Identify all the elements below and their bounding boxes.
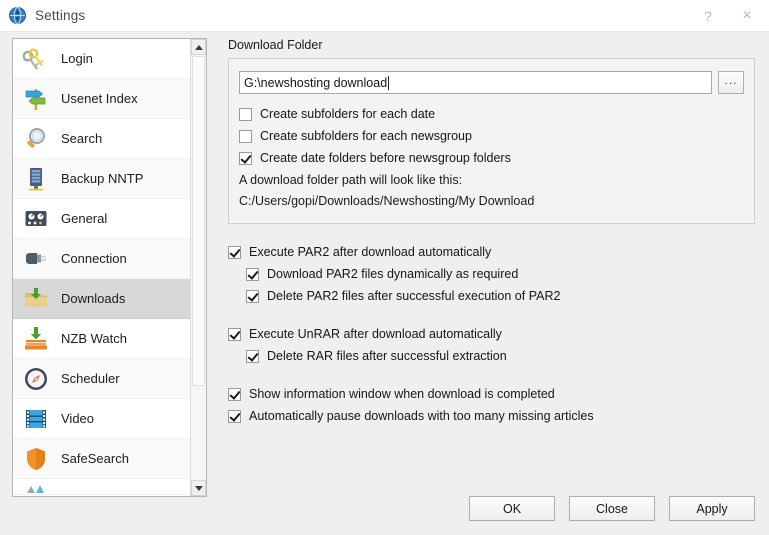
sidebar-item-general[interactable]: General [13,199,190,239]
download-folder-group-title: Download Folder [228,38,323,52]
sidebar-item-backup-nntp[interactable]: Backup NNTP [13,159,190,199]
browse-button[interactable]: ... [718,71,744,94]
sidebar-item-label: Downloads [61,291,126,306]
checkbox-show-info-window[interactable] [228,387,241,401]
sidebar-item-label: Usenet Index [61,91,138,106]
sidebar-item-usenet-index[interactable]: Usenet Index [13,79,190,119]
help-button[interactable]: ? [691,0,725,31]
checkbox-label: Create subfolders for each newsgroup [260,129,472,143]
checkbox-row-delete-par2[interactable]: Delete PAR2 files after successful execu… [228,285,755,307]
shield-icon [21,444,51,474]
sidebar-item-search[interactable]: Search [13,119,190,159]
sidebar-item-label: Search [61,131,103,146]
magnifier-icon [21,124,51,154]
close-button[interactable]: Close [569,496,655,521]
plug-icon [21,244,51,274]
sidebar-item-login[interactable]: Login [13,39,190,79]
checkbox-subfolders-date[interactable] [239,107,252,121]
keys-icon [21,44,51,74]
sidebar-item-safesearch[interactable]: SafeSearch [13,439,190,479]
scroll-up-icon[interactable] [191,39,206,55]
scroll-down-icon[interactable] [191,480,206,496]
sidebar-item-label: Login [61,51,93,66]
sidebar-item-label: NZB Watch [61,331,127,346]
sidebar-item-label: General [61,211,108,226]
checkbox-execute-unrar[interactable] [228,327,241,341]
checkbox-delete-par2[interactable] [246,289,259,303]
sidebar-item-nzb-watch[interactable]: NZB Watch [13,319,190,359]
checkbox-row-download-par2-dynamic[interactable]: Download PAR2 files dynamically as requi… [228,263,755,285]
film-strip-icon [21,404,51,434]
checkbox-label: Execute UnRAR after download automatical… [249,327,502,341]
text-caret [388,75,390,90]
checkbox-label: Delete PAR2 files after successful execu… [267,289,561,303]
download-path-row: G:\newshosting download ... [239,71,744,94]
checkbox-row-subfolders-date[interactable]: Create subfolders for each date [239,103,744,125]
server-icon [21,164,51,194]
checkbox-delete-rar[interactable] [246,349,259,363]
checkbox-date-before-newsgroup[interactable] [239,151,252,165]
window-controls: ? × [691,0,769,31]
compass-icon [21,364,51,394]
nzb-watch-icon [21,324,51,354]
post-processing-options: Execute PAR2 after download automaticall… [228,241,755,427]
downloads-settings-panel: Download Folder G:\newshosting download … [228,38,755,427]
checkbox-label: Create subfolders for each date [260,107,436,121]
globe-icon [9,7,26,24]
sidebar-item-video[interactable]: Video [13,399,190,439]
checkbox-label: Execute PAR2 after download automaticall… [249,245,492,259]
settings-sidebar: Login Usenet Index Search Backup NNTP Ge… [12,38,207,497]
sidebar-list: Login Usenet Index Search Backup NNTP Ge… [13,39,190,496]
close-icon[interactable]: × [725,0,769,31]
sidebar-item-scheduler[interactable]: Scheduler [13,359,190,399]
checkbox-row-delete-rar[interactable]: Delete RAR files after successful extrac… [228,345,755,367]
checkbox-execute-par2[interactable] [228,245,241,259]
signpost-icon [21,84,51,114]
apply-button[interactable]: Apply [669,496,755,521]
dialog-footer: OK Close Apply [469,496,755,521]
download-path-input[interactable]: G:\newshosting download [239,71,712,94]
sidebar-item-partial[interactable] [13,479,190,495]
checkbox-download-par2-dynamic[interactable] [246,267,259,281]
sidebar-item-downloads[interactable]: Downloads [13,279,190,319]
ok-button[interactable]: OK [469,496,555,521]
checkbox-label: Create date folders before newsgroup fol… [260,151,511,165]
path-hint-line1: A download folder path will look like th… [239,173,463,187]
partial-icon [21,479,51,494]
checkbox-label: Download PAR2 files dynamically as requi… [267,267,519,281]
checkbox-row-show-info-window[interactable]: Show information window when download is… [228,383,755,405]
path-hint-line2: C:/Users/gopi/Downloads/Newshosting/My D… [239,194,535,208]
dialog-body: Login Usenet Index Search Backup NNTP Ge… [0,32,769,535]
sidebar-scrollbar[interactable] [190,39,206,496]
download-folder-icon [21,284,51,314]
sidebar-item-label: Scheduler [61,371,120,386]
checkbox-auto-pause[interactable] [228,409,241,423]
sidebar-item-label: Connection [61,251,127,266]
checkbox-subfolders-newsgroup[interactable] [239,129,252,143]
checkbox-row-subfolders-newsgroup[interactable]: Create subfolders for each newsgroup [239,125,744,147]
window-title: Settings [35,8,86,23]
sidebar-item-connection[interactable]: Connection [13,239,190,279]
checkbox-label: Show information window when download is… [249,387,555,401]
download-path-value: G:\newshosting download [244,75,388,90]
checkbox-row-execute-par2[interactable]: Execute PAR2 after download automaticall… [228,241,755,263]
checkbox-label: Automatically pause downloads with too m… [249,409,594,423]
gauges-icon [21,204,51,234]
checkbox-row-auto-pause[interactable]: Automatically pause downloads with too m… [228,405,755,427]
sidebar-item-label: SafeSearch [61,451,129,466]
checkbox-label: Delete RAR files after successful extrac… [267,349,507,363]
checkbox-row-execute-unrar[interactable]: Execute UnRAR after download automatical… [228,323,755,345]
sidebar-item-label: Video [61,411,95,426]
scrollbar-thumb[interactable] [192,56,205,386]
sidebar-item-label: Backup NNTP [61,171,144,186]
title-bar: Settings ? × [0,0,769,32]
download-folder-groupbox: G:\newshosting download ... Create subfo… [228,58,755,224]
checkbox-row-date-before-newsgroup[interactable]: Create date folders before newsgroup fol… [239,147,744,169]
